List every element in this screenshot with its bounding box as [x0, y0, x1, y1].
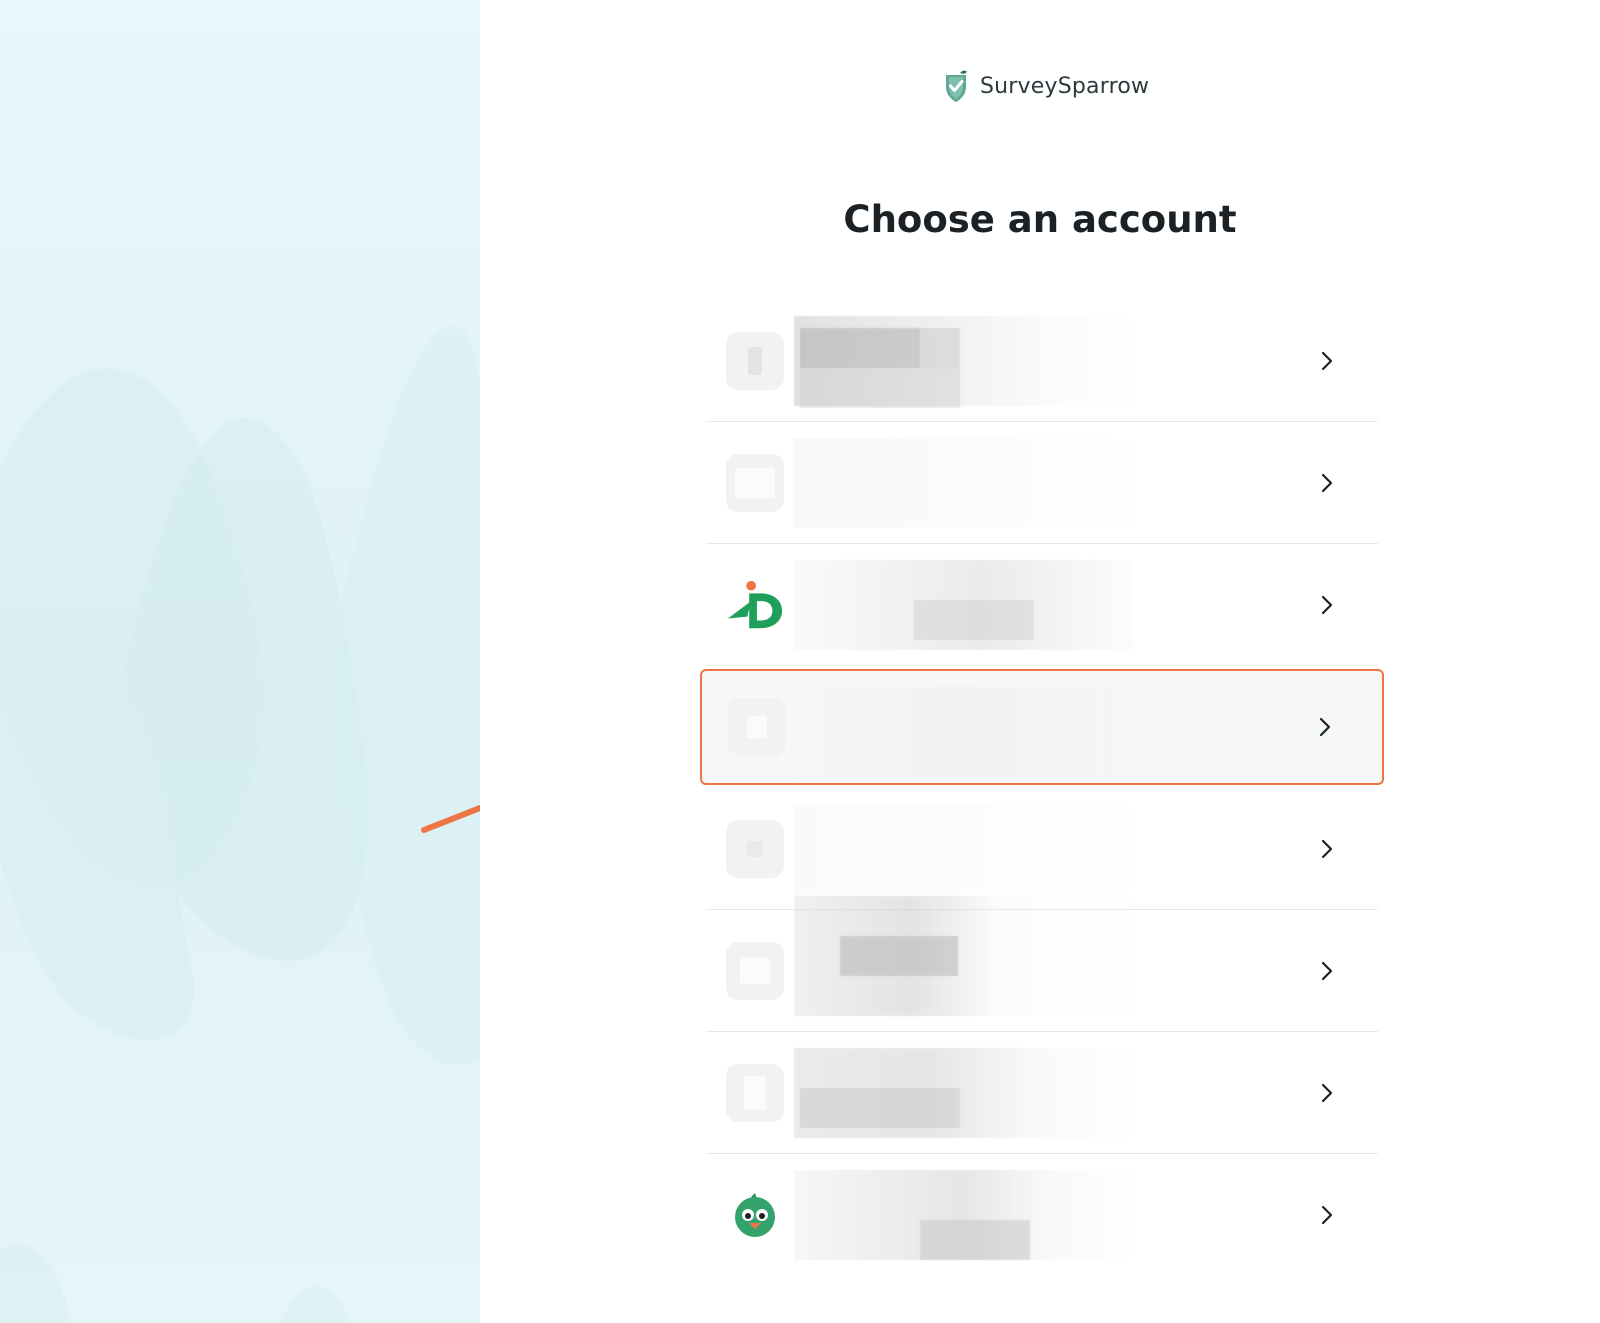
- blank-avatar-icon: [735, 467, 775, 498]
- account-item[interactable]: [706, 788, 1378, 910]
- brand-logo[interactable]: SurveySparrow: [940, 66, 1149, 106]
- chevron-right-icon: [1321, 1205, 1333, 1225]
- account-item[interactable]: [706, 422, 1378, 544]
- account-avatar: [726, 1063, 784, 1122]
- wave-pattern: [0, 325, 480, 1323]
- account-avatar: [726, 819, 784, 878]
- account-item[interactable]: [706, 300, 1378, 422]
- account-item[interactable]: [706, 896, 1378, 1032]
- bird-mascot-icon: [735, 1193, 775, 1237]
- chevron-right-icon: [1321, 1083, 1333, 1102]
- account-avatar: [726, 576, 784, 634]
- blank-avatar-icon: [740, 957, 770, 984]
- page-title: Choose an account: [843, 198, 1237, 241]
- brand-name: SurveySparrow: [980, 73, 1150, 99]
- account-name-redacted: [794, 438, 1134, 528]
- login-page: SurveySparrow Choose an account: [0, 0, 1600, 1323]
- account-item-highlighted[interactable]: [700, 669, 1384, 785]
- decorative-panel: [0, 0, 480, 1323]
- id-logo-icon: [727, 580, 783, 628]
- chevron-right-icon: [1321, 961, 1333, 980]
- account-avatar: [726, 453, 784, 512]
- chevron-right-icon: [1321, 473, 1333, 492]
- chevron-right-icon: [1321, 595, 1333, 614]
- account-name-redacted: [794, 316, 1134, 408]
- account-name-redacted: [794, 1048, 1134, 1138]
- account-name-redacted: [790, 687, 1130, 777]
- account-avatar: [728, 698, 786, 756]
- account-avatar: [726, 941, 784, 1000]
- chevron-right-icon: [1321, 351, 1333, 370]
- account-name-redacted: [794, 804, 1134, 894]
- surveysparrow-logo-icon: [946, 70, 967, 102]
- account-avatar: [726, 1186, 784, 1244]
- blank-avatar-icon: [747, 840, 763, 857]
- account-avatar: [726, 331, 784, 390]
- account-item[interactable]: [706, 1032, 1378, 1154]
- chevron-right-icon: [1319, 717, 1331, 737]
- account-item[interactable]: [706, 1154, 1378, 1276]
- account-list: [700, 300, 1384, 1276]
- account-name-redacted: [794, 560, 1134, 650]
- account-name-redacted: [794, 896, 1134, 1016]
- chevron-right-icon: [1321, 839, 1333, 858]
- account-name-redacted: [794, 1170, 1134, 1260]
- blank-avatar-icon: [744, 1075, 766, 1110]
- blank-avatar-icon: [748, 346, 762, 375]
- account-chooser: SurveySparrow Choose an account: [480, 0, 1600, 1323]
- blank-avatar-icon: [747, 716, 767, 738]
- account-item[interactable]: [706, 544, 1378, 666]
